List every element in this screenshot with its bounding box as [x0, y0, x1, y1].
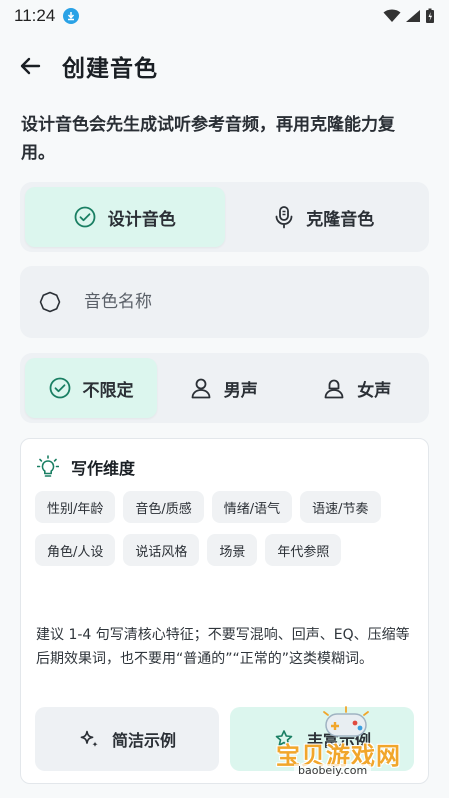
download-icon [63, 8, 80, 24]
mode-tabs: 设计音色 克隆音色 [20, 182, 429, 252]
tips-header: 写作维度 [37, 455, 135, 479]
tab-label: 不限定 [82, 380, 134, 401]
person-female-icon [324, 379, 344, 399]
button-label: 简洁示例 [111, 731, 176, 750]
voice-name-field[interactable] [20, 266, 429, 338]
button-label: 丰富示例 [306, 731, 371, 750]
tips-title: 写作维度 [71, 459, 136, 478]
status-time: 11:24 [14, 6, 56, 25]
rich-example-button[interactable]: 丰富示例 [230, 707, 414, 771]
stars-icon [275, 730, 293, 746]
tag-chip[interactable]: 情绪/语气 [211, 491, 293, 523]
signal-icon [406, 10, 420, 22]
tab-label: 设计音色 [107, 209, 176, 230]
app-header: 创建音色 [0, 44, 449, 88]
status-bar: 11:24 [0, 0, 449, 32]
page-description: 设计音色会先生成试听参考音频，再用克隆能力复用。 [21, 115, 395, 163]
tag-chip[interactable]: 说话风格 [123, 534, 200, 566]
arrow-left-icon [20, 57, 41, 75]
gender-tabs: 不限定 男声 女声 [20, 353, 429, 423]
wifi-icon [383, 9, 401, 22]
microphone-icon [275, 206, 293, 229]
octagon-icon [39, 291, 61, 313]
dimension-tags: 性别/年龄 音色/质感 情绪/语气 语速/节奏 角色/人设 说话风格 场景 年代… [35, 491, 415, 566]
battery-icon [426, 8, 434, 23]
tag-chip[interactable]: 角色/人设 [35, 534, 116, 566]
check-circle-icon [49, 377, 70, 399]
tips-text: 建议 1-4 句写清核心特征；不要写混响、回声、EQ、压缩等后期效果词，也不要用… [36, 627, 410, 667]
sparkle-icon [80, 730, 98, 747]
tab-gender-male[interactable]: 男声 [157, 358, 291, 418]
simple-example-button[interactable]: 简洁示例 [35, 707, 219, 771]
person-icon [191, 378, 211, 399]
status-icons [383, 8, 435, 24]
tab-gender-any[interactable]: 不限定 [25, 358, 157, 418]
tag-chip[interactable]: 场景 [207, 534, 258, 566]
tag-chip[interactable]: 语速/节奏 [300, 491, 381, 523]
tag-chip[interactable]: 音色/质感 [123, 491, 204, 523]
page-title: 创建音色 [62, 56, 158, 82]
tab-label: 女声 [357, 380, 392, 401]
tag-chip[interactable]: 性别/年龄 [35, 491, 116, 523]
tag-chip[interactable]: 年代参照 [265, 534, 342, 566]
tab-label: 男声 [223, 380, 258, 401]
writing-tips-card: 写作维度 性别/年龄 音色/质感 情绪/语气 语速/节奏 角色/人设 说话风格 … [20, 438, 429, 784]
tab-clone-voice[interactable]: 克隆音色 [225, 187, 425, 247]
voice-name-input[interactable] [84, 292, 404, 312]
tab-design-voice[interactable]: 设计音色 [25, 187, 225, 247]
lightbulb-icon [37, 455, 59, 477]
tab-gender-female[interactable]: 女声 [291, 358, 425, 418]
tab-label: 克隆音色 [306, 209, 375, 230]
back-button[interactable] [16, 52, 44, 80]
check-circle-icon [74, 206, 96, 228]
